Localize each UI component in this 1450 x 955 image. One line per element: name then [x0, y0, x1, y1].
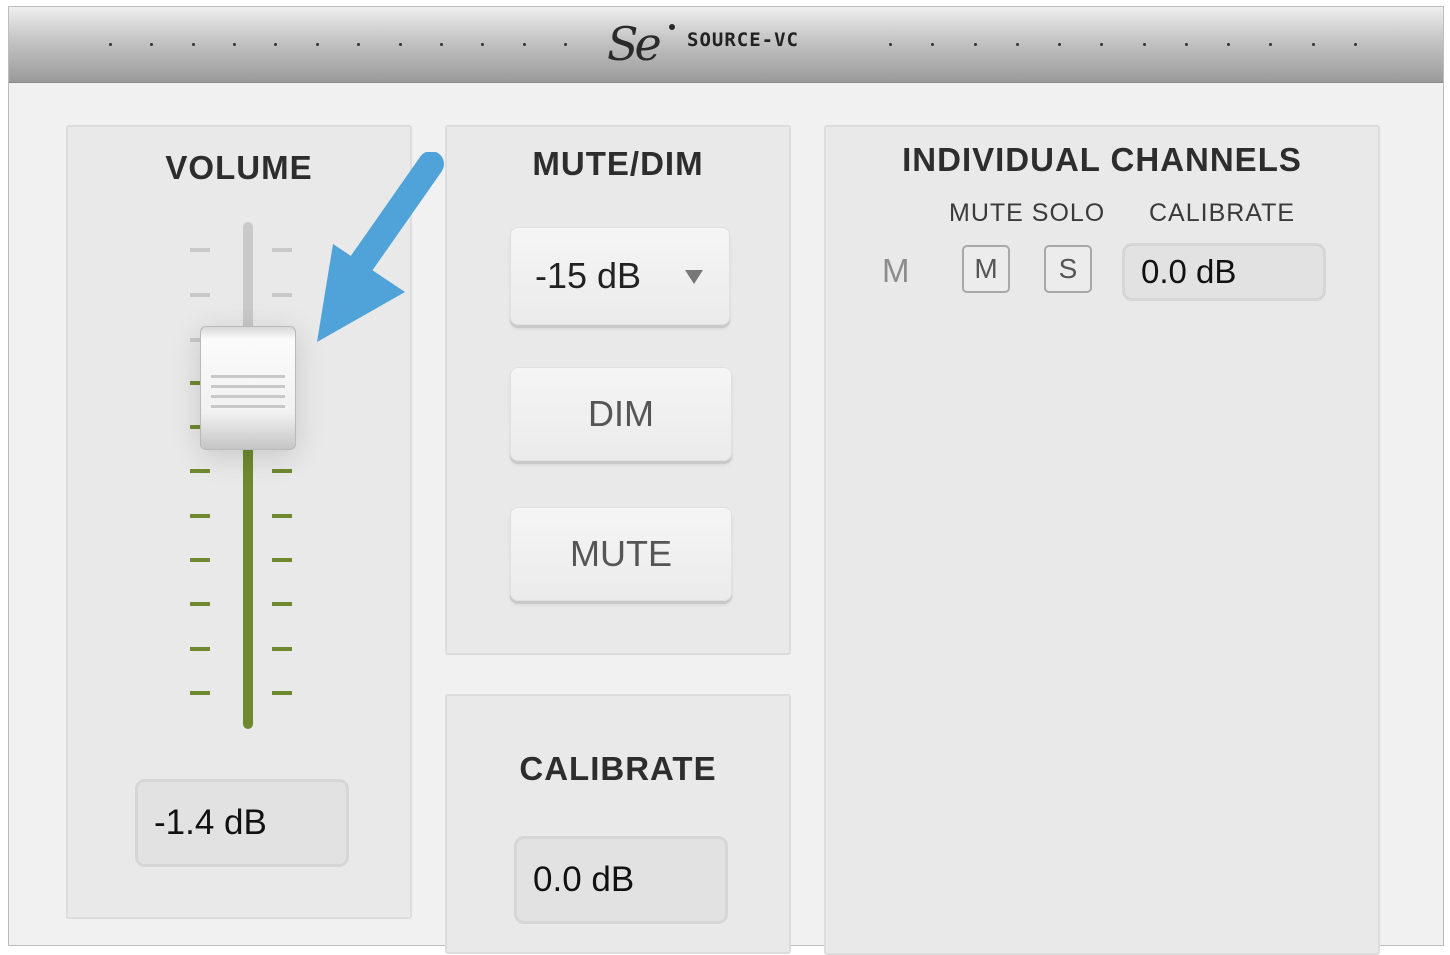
calibrate-header: CALIBRATE [1149, 199, 1296, 227]
title-dot [1142, 43, 1146, 46]
dim-level-select[interactable]: -15 dB [510, 227, 730, 325]
title-dot [1058, 43, 1062, 46]
mute-solo-header: MUTE SOLO [949, 199, 1106, 227]
fader-tick [272, 293, 292, 297]
dropdown-arrow-icon [685, 270, 703, 284]
title-dot [1311, 43, 1315, 46]
mute-dim-title: MUTE/DIM [532, 145, 704, 182]
fader-tick [272, 691, 292, 695]
title-dot [1354, 43, 1357, 46]
title-dot [1184, 43, 1188, 46]
title-dot [398, 43, 402, 46]
channel-calibrate-readout[interactable]: 0.0 dB [1122, 243, 1326, 301]
title-bar: Se SOURCE-VC [9, 7, 1443, 83]
title-dot [315, 43, 319, 46]
app-name: SOURCE-VC [687, 29, 799, 51]
title-dot [109, 43, 112, 46]
plugin-window: Se SOURCE-VC VOLUME -1.4 dB MUTE/DIM -15… [8, 6, 1444, 955]
individual-channels-panel: INDIVIDUAL CHANNELS MUTE SOLO CALIBRATE … [824, 125, 1380, 955]
fader-tick [272, 558, 292, 562]
title-dot [564, 43, 567, 46]
volume-fader-handle[interactable] [200, 326, 296, 450]
fader-tick [190, 602, 210, 606]
title-dot [481, 43, 485, 46]
volume-fader-track-upper[interactable] [243, 222, 253, 332]
calibrate-readout[interactable]: 0.0 dB [514, 836, 728, 924]
title-dots-right [889, 43, 1359, 47]
title-dot [439, 43, 443, 46]
title-dot [357, 43, 361, 46]
title-dot [1269, 43, 1273, 46]
fader-tick [272, 647, 292, 651]
fader-tick [272, 469, 292, 473]
title-dot [1100, 43, 1104, 46]
title-dot [973, 43, 977, 46]
fader-tick [272, 514, 292, 518]
fader-grip-line [211, 405, 285, 408]
title-dot [1227, 43, 1231, 46]
volume-readout[interactable]: -1.4 dB [135, 779, 349, 867]
fader-tick [190, 558, 210, 562]
fader-tick [190, 469, 210, 473]
fader-tick [190, 647, 210, 651]
mute-button[interactable]: MUTE [510, 507, 732, 601]
fader-tick [190, 248, 210, 252]
fader-tick [190, 691, 210, 695]
title-dot [150, 43, 154, 46]
logo-dot [669, 24, 675, 30]
title-dot [931, 43, 935, 46]
mute-dim-panel: MUTE/DIM -15 dB DIM MUTE [445, 125, 791, 655]
calibrate-panel: CALIBRATE 0.0 dB [445, 694, 791, 954]
volume-fader-track-lower[interactable] [243, 447, 253, 729]
title-dot [889, 43, 892, 46]
fader-tick [272, 248, 292, 252]
title-dot [233, 43, 237, 46]
title-dot [274, 43, 278, 46]
title-dots-left [109, 43, 569, 47]
fader-grip-line [211, 375, 285, 378]
fader-tick [272, 602, 292, 606]
fader-tick [190, 293, 210, 297]
logo-icon: Se [607, 17, 662, 71]
title-dot [191, 43, 195, 46]
channel-name: M [882, 252, 911, 289]
calibrate-title: CALIBRATE [519, 750, 717, 787]
dim-level-value: -15 dB [535, 255, 642, 296]
title-dot [522, 43, 526, 46]
fader-grip-line [211, 395, 285, 398]
channel-mute-button[interactable]: M [962, 245, 1010, 293]
channel-solo-button[interactable]: S [1044, 245, 1092, 293]
individual-channels-title: INDIVIDUAL CHANNELS [902, 141, 1302, 178]
fader-grip-line [211, 385, 285, 388]
dim-button[interactable]: DIM [510, 367, 732, 461]
annotation-arrow-icon [317, 152, 444, 342]
fader-tick [190, 514, 210, 518]
title-dot [1015, 43, 1019, 46]
